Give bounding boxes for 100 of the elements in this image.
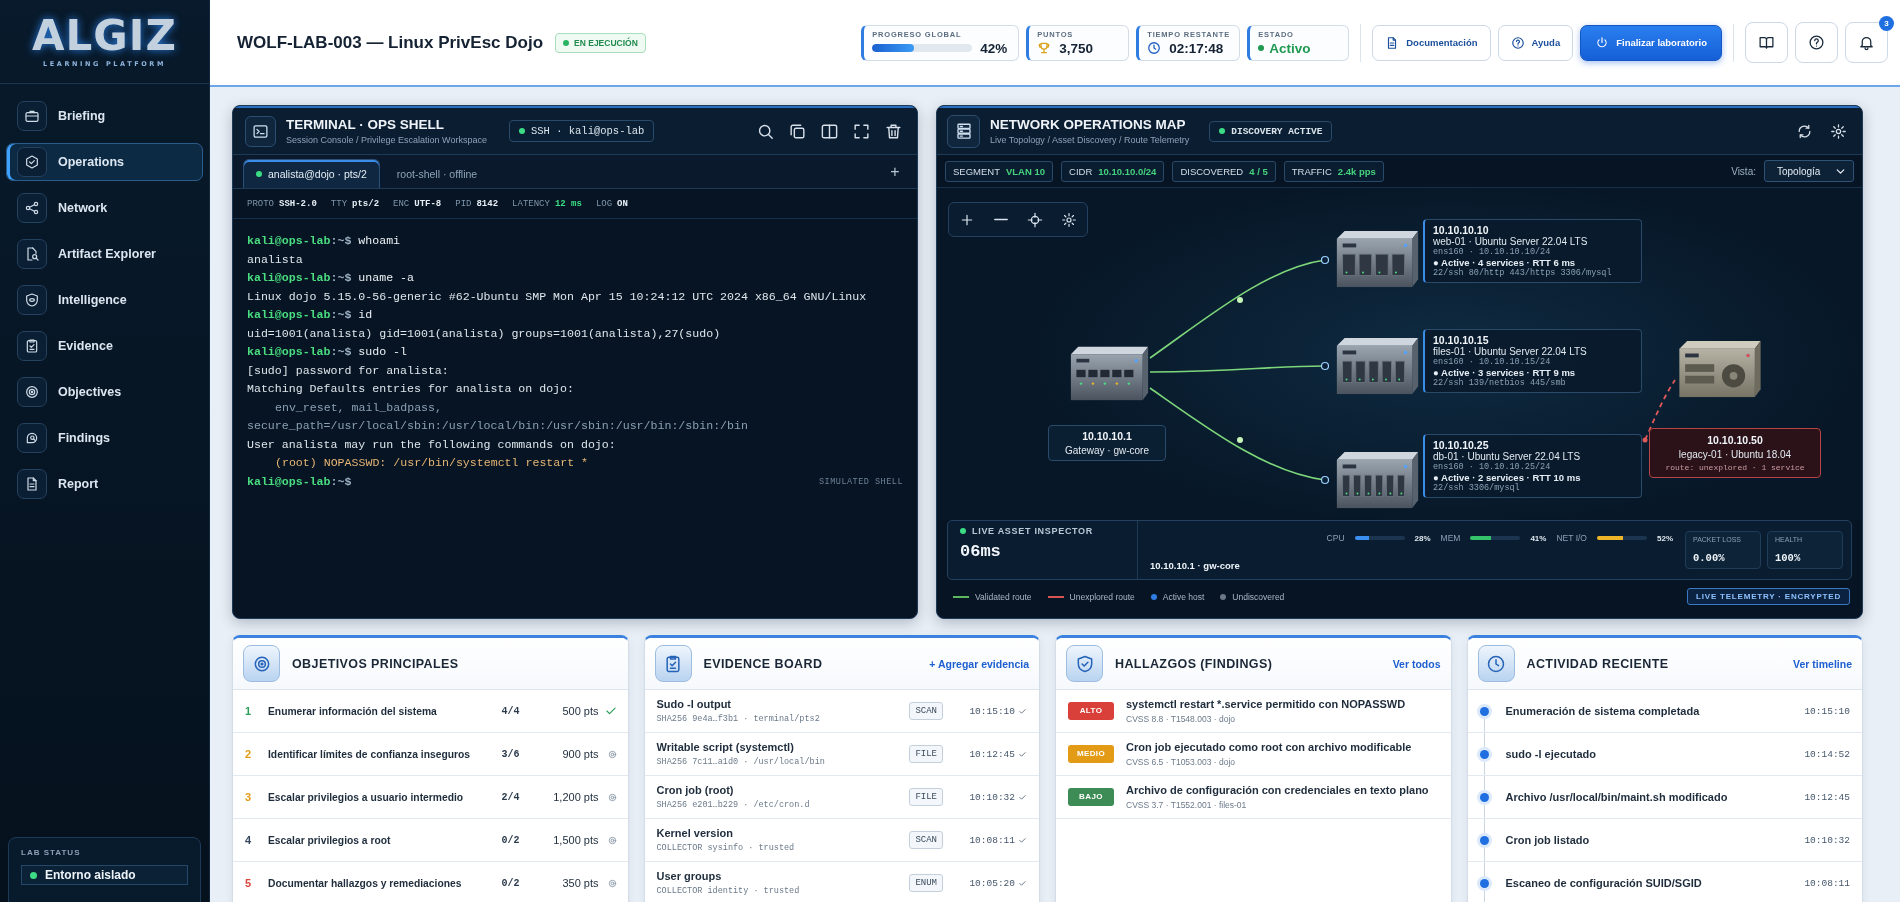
finding-row[interactable]: ALTO systemctl restart *.service permitido con NOPASSWD CVSS 8.8 · T1548.003 · dojo	[1056, 690, 1451, 733]
objective-points: 900 pts	[561, 748, 599, 760]
inspector-title: LIVE ASSET INSPECTOR	[960, 526, 1125, 536]
card-link[interactable]: Ver timeline	[1793, 657, 1852, 670]
nav-item[interactable]: Objectives	[6, 373, 203, 411]
inspected-host: 10.10.10.1 · gw-core	[1150, 560, 1241, 571]
nav-item[interactable]: Artifact Explorer	[6, 235, 203, 273]
server-icon[interactable]	[1677, 339, 1763, 399]
nav-item[interactable]: Operations	[6, 143, 203, 181]
evidence-meta: SHA256 7c11…a1d0 · /usr/local/bin	[656, 757, 826, 767]
view-select[interactable]: Topología	[1764, 160, 1854, 182]
shell-label: SIMULATED SHELL	[819, 476, 903, 487]
nav-item[interactable]: Report	[6, 465, 203, 503]
status-dot	[1258, 45, 1265, 51]
nav-item[interactable]: Briefing	[6, 97, 203, 135]
trash-button[interactable]	[883, 121, 903, 141]
terminal-line: User analista may run the following commands on dojo:	[247, 436, 616, 453]
activity-time: 10:15:10	[1804, 705, 1850, 717]
clock-icon	[1147, 41, 1162, 55]
evidence-tag: SCAN	[909, 831, 943, 849]
host-interface: ens160 · 10.10.10.25/24	[1433, 462, 1552, 472]
objective-number: 3	[245, 791, 253, 803]
timeline-dot	[1479, 749, 1489, 759]
activity-time: 10:14:52	[1804, 748, 1850, 760]
finding-title: Archivo de configuración con credenciales en texto plano	[1126, 784, 1430, 796]
server-icon[interactable]	[1334, 229, 1421, 289]
finish-button[interactable]: Finalizar laboratorio	[1580, 24, 1722, 61]
objective-title: Documentar hallazgos y remediaciones	[268, 877, 463, 889]
terminal-tab[interactable]: analista@dojo · pts/2	[243, 159, 380, 188]
host-card[interactable]: 10.10.10.10 web-01 · Ubuntu Server 22.04 LTS ens160 · 10.10.10.10/24 ● Active · 4 services · RTT 6 ms 22/ssh 80/http 443/https 3306/mysql	[1423, 219, 1642, 283]
metric-value: 41%	[1530, 533, 1547, 543]
session-info: TTY pts/2	[330, 198, 380, 209]
clipboard-icon	[654, 645, 692, 682]
settings-button[interactable]	[1828, 121, 1848, 141]
objective-number: 2	[245, 748, 253, 760]
host-card[interactable]: 10.10.10.15 files-01 · Ubuntu Server 22.04 LTS ens160 · 10.10.10.15/24 ● Active · 3 services · RTT 9 ms 22/ssh 139/netbios 445/smb	[1423, 329, 1642, 393]
host-status: ● Active · 2 services · RTT 10 ms	[1433, 472, 1582, 483]
settings-icon	[1829, 122, 1847, 140]
evidence-meta: SHA256 9e4a…f3b1 · terminal/pts2	[656, 714, 821, 724]
evidence-row[interactable]: Cron job (root) SHA256 e201…b229 · /etc/cron.d FILE 10:10:32	[644, 776, 1039, 819]
gateway-server-icon[interactable]	[1069, 345, 1150, 402]
objective-row[interactable]: 3 Escalar privilegios a usuario intermedio 2/4 1,200 pts	[233, 776, 628, 819]
panel-title: NETWORK OPERATIONS MAP	[990, 117, 1187, 132]
add-tab-button[interactable]: +	[885, 160, 905, 183]
terminal-line: kali@ops-lab:~$ sudo -l	[247, 344, 408, 360]
legend-label: Validated route	[975, 591, 1032, 602]
terminal-line: Linux dojo 5.15.0-56-generic #62-Ubuntu SMP Mon Apr 15 10:24:12 UTC 2024 x86_64 GNU/Linux	[247, 288, 867, 305]
nav-item[interactable]: Network	[6, 189, 203, 227]
terminal-line: kali@ops-lab:~$	[247, 473, 352, 490]
session-info: LATENCY 12 ms	[512, 198, 582, 209]
terminal-tab[interactable]: root-shell · offline	[383, 159, 491, 188]
help-button[interactable]	[1795, 22, 1838, 63]
fullscreen-button[interactable]	[851, 121, 871, 141]
header-button[interactable]: Ayuda	[1497, 24, 1574, 61]
finding-row[interactable]: BAJO Archivo de configuración con credenciales en texto plano CVSS 3.7 · T1552.001 · files-01	[1056, 776, 1451, 819]
host-name: legacy-01 · Ubuntu 18.04	[1677, 449, 1793, 460]
activity-text: Archivo /usr/local/bin/maint.sh modificado	[1505, 791, 1729, 803]
nodes-icon	[17, 193, 47, 223]
terminal-line: env_reset, mail_badpass,	[274, 399, 442, 416]
objective-points: 1,500 pts	[552, 834, 599, 846]
timeline-dot	[1479, 792, 1489, 802]
book-button[interactable]	[1745, 22, 1788, 63]
objective-row[interactable]: 5 Documentar hallazgos y remediaciones 0/2 350 pts	[233, 862, 628, 902]
objective-row[interactable]: 1 Enumerar información del sistema 4/4 500 pts	[233, 690, 628, 733]
info-chip: DISCOVERED 4 / 5	[1172, 160, 1276, 182]
evidence-row[interactable]: Sudo -l output SHA256 9e4a…f3b1 · terminal/pts2 SCAN 10:15:10	[644, 690, 1039, 733]
legend-label: Active host	[1162, 591, 1205, 602]
card-link[interactable]: Ver todos	[1392, 657, 1441, 670]
evidence-tag: SCAN	[909, 702, 943, 720]
shield-icon	[17, 285, 47, 315]
host-interface: ens160 · 10.10.10.10/24	[1433, 247, 1552, 257]
server-icon[interactable]	[1334, 336, 1421, 396]
evidence-row[interactable]: Kernel version COLLECTOR sysinfo · trusted SCAN 10:08:11	[644, 819, 1039, 862]
notifications-button[interactable]	[1845, 22, 1888, 63]
card-link[interactable]: + Agregar evidencia	[929, 657, 1029, 670]
objective-title: Escalar privilegios a usuario intermedio	[268, 791, 465, 803]
evidence-time: 10:15:10	[968, 705, 1015, 717]
copy-button[interactable]	[787, 121, 807, 141]
server-icon[interactable]	[1334, 450, 1421, 510]
help-icon	[1510, 35, 1525, 50]
objective-row[interactable]: 4 Escalar privilegios a root 0/2 1,500 pts	[233, 819, 628, 862]
evidence-row[interactable]: Writable script (systemctl) SHA256 7c11…a1d0 · /usr/local/bin FILE 10:12:45	[644, 733, 1039, 776]
evidence-row[interactable]: User groups COLLECTOR identity · trusted ENUM 10:05:20	[644, 862, 1039, 902]
timeline-dot	[1479, 706, 1489, 716]
power-icon	[1595, 35, 1610, 50]
objective-row[interactable]: 2 Identificar límites de confianza inseguros 3/6 900 pts	[233, 733, 628, 776]
header-button[interactable]: Documentación	[1372, 24, 1491, 61]
host-ip: 10.10.10.50	[1706, 434, 1764, 446]
split-view-button[interactable]	[819, 121, 839, 141]
host-card[interactable]: 10.10.10.50 legacy-01 · Ubuntu 18.04 route: unexplored · 1 service	[1649, 428, 1821, 478]
session-info: PROTO SSH-2.0	[247, 198, 317, 209]
finding-row[interactable]: MEDIO Cron job ejecutado como root con archivo modificable CVSS 6.5 · T1053.003 · dojo	[1056, 733, 1451, 776]
nav-item[interactable]: Evidence	[6, 327, 203, 365]
nav-item[interactable]: Findings	[6, 419, 203, 457]
objective-title: Enumerar información del sistema	[268, 705, 438, 717]
nav-item[interactable]: Intelligence	[6, 281, 203, 319]
metric-value: 3,750	[1059, 40, 1094, 56]
host-card[interactable]: 10.10.10.25 db-01 · Ubuntu Server 22.04 LTS ens160 · 10.10.10.25/24 ● Active · 2 services · RTT 10 ms 22/ssh 3306/mysql	[1423, 434, 1642, 498]
bell-icon	[1858, 34, 1875, 51]
view-label: Vista:	[1731, 165, 1756, 177]
